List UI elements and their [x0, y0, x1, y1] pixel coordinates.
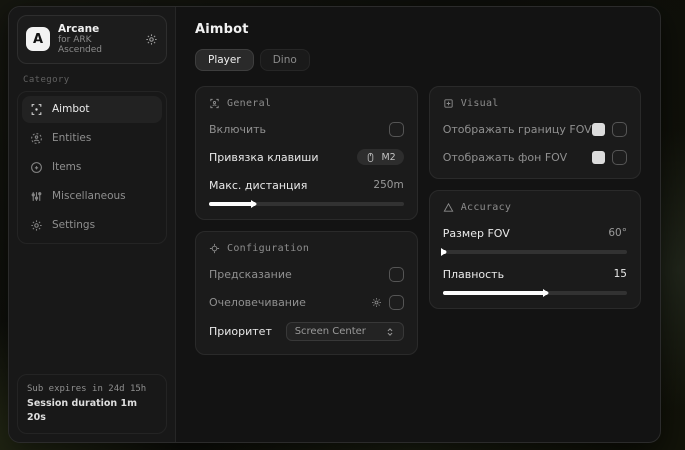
sidebar-item-label: Aimbot [52, 103, 90, 115]
eye-box-icon [443, 98, 454, 109]
smoothness-slider[interactable] [443, 291, 627, 295]
panel-title: Configuration [227, 243, 309, 254]
tab-player[interactable]: Player [195, 49, 254, 71]
priority-row: Приоритет Screen Center [209, 322, 404, 341]
sidebar-item-entities[interactable]: Entities [22, 125, 162, 152]
tab-dino[interactable]: Dino [260, 49, 310, 71]
panel-visual: Visual Отображать границу FOV Отображать… [429, 86, 641, 179]
mouse-icon [365, 152, 376, 163]
panel-title: Accuracy [461, 202, 512, 213]
sidebar-item-label: Settings [52, 219, 95, 231]
keybind-value: M2 [381, 152, 395, 163]
entities-icon [30, 132, 43, 145]
category-label: Category [23, 75, 161, 85]
tab-bar: Player Dino [195, 49, 641, 71]
panel-accuracy: Accuracy Размер FOV 60° Плавность 15 [429, 190, 641, 309]
enable-row: Включить [209, 121, 404, 137]
sidebar-item-items[interactable]: Items [22, 154, 162, 181]
session-card: Sub expires in 24d 15h Session duration … [17, 374, 167, 434]
sidebar-item-settings[interactable]: Settings [22, 212, 162, 239]
fov-size-row: Размер FOV 60° [443, 225, 627, 241]
sidebar-item-label: Entities [52, 132, 91, 144]
priority-value: Screen Center [295, 326, 366, 337]
sidebar-item-label: Items [52, 161, 81, 173]
backpack-icon [30, 161, 43, 174]
page-title: Aimbot [195, 22, 641, 37]
max-distance-value: 250m [373, 179, 403, 191]
panel-title: General [227, 98, 271, 109]
humanization-row: Очеловечивание [209, 294, 404, 310]
brand-card: A Arcane for ARK Ascended [17, 15, 167, 64]
fov-border-row: Отображать границу FOV [443, 121, 627, 137]
priority-dropdown[interactable]: Screen Center [286, 322, 404, 341]
fov-size-slider[interactable] [443, 250, 627, 254]
fov-border-color-swatch[interactable] [592, 123, 605, 136]
max-distance-row: Макс. дистанция 250m [209, 177, 404, 193]
sliders-icon [30, 190, 43, 203]
app-logo: A [26, 27, 50, 51]
keybind-button[interactable]: M2 [357, 149, 403, 165]
settings-gear-icon[interactable] [145, 33, 158, 46]
fov-size-value: 60° [608, 227, 627, 239]
main-content: Aimbot Player Dino General Включить [176, 7, 660, 442]
sidebar-item-miscellaneous[interactable]: Miscellaneous [22, 183, 162, 210]
panel-title: Visual [461, 98, 499, 109]
prediction-row: Предсказание [209, 266, 404, 282]
humanization-checkbox[interactable] [389, 295, 404, 310]
chevron-up-down-icon [385, 327, 395, 337]
humanization-settings-icon[interactable] [371, 297, 382, 308]
panel-general: General Включить Привязка клавиши M2 [195, 86, 418, 220]
sidebar-item-label: Miscellaneous [52, 190, 126, 202]
fov-border-checkbox[interactable] [612, 122, 627, 137]
cheat-window: A Arcane for ARK Ascended Category Aimbo… [8, 6, 661, 443]
sidebar-item-aimbot[interactable]: Aimbot [22, 96, 162, 123]
keybind-row: Привязка клавиши M2 [209, 149, 404, 165]
enable-checkbox[interactable] [389, 122, 404, 137]
fov-bg-checkbox[interactable] [612, 150, 627, 165]
smoothness-row: Плавность 15 [443, 266, 627, 282]
prediction-checkbox[interactable] [389, 267, 404, 282]
fov-bg-color-swatch[interactable] [592, 151, 605, 164]
sidebar: A Arcane for ARK Ascended Category Aimbo… [9, 7, 176, 442]
triangle-icon [443, 202, 454, 213]
scan-person-icon [209, 98, 220, 109]
session-duration-text: Session duration 1m 20s [27, 397, 157, 426]
app-subtitle: for ARK Ascended [58, 35, 137, 56]
app-name: Arcane [58, 23, 137, 35]
target-icon [209, 243, 220, 254]
max-distance-slider[interactable] [209, 202, 404, 206]
gear-icon [30, 219, 43, 232]
smoothness-value: 15 [614, 268, 627, 280]
fov-bg-row: Отображать фон FOV [443, 149, 627, 165]
sidebar-nav: Aimbot Entities Items Miscellaneous [17, 91, 167, 244]
crosshair-icon [30, 103, 43, 116]
sub-expires-text: Sub expires in 24d 15h [27, 383, 157, 397]
panel-configuration: Configuration Предсказание Очеловечивани… [195, 231, 418, 355]
